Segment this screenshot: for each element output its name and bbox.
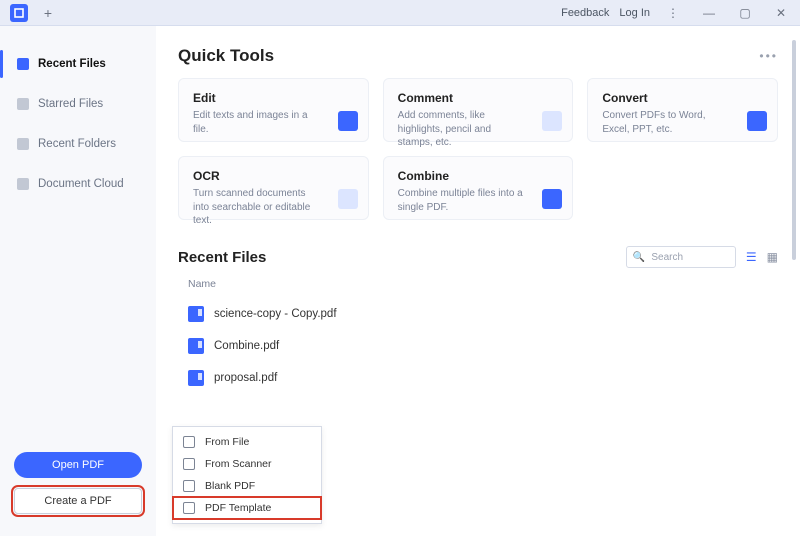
sidebar-item-label: Recent Files xyxy=(38,58,106,70)
menu-item-label: Blank PDF xyxy=(205,480,255,492)
pdf-file-icon xyxy=(188,370,204,386)
login-link[interactable]: Log In xyxy=(619,7,650,19)
file-icon xyxy=(16,57,30,71)
kebab-menu-icon[interactable]: ⋮ xyxy=(660,2,686,24)
combine-icon xyxy=(542,189,562,209)
card-desc: Add comments, like highlights, pencil an… xyxy=(398,109,528,150)
scanner-icon xyxy=(183,458,195,470)
menu-item-from-scanner[interactable]: From Scanner xyxy=(173,453,321,475)
file-outline-icon xyxy=(183,436,195,448)
menu-item-pdf-template[interactable]: PDF Template xyxy=(173,497,321,519)
card-comment[interactable]: Comment Add comments, like highlights, p… xyxy=(383,78,574,142)
search-input[interactable]: 🔍 Search xyxy=(626,246,736,268)
template-icon xyxy=(183,502,195,514)
edit-icon xyxy=(338,111,358,131)
minimize-icon[interactable]: — xyxy=(696,2,722,24)
card-combine[interactable]: Combine Combine multiple files into a si… xyxy=(383,156,574,220)
folder-icon xyxy=(16,137,30,151)
file-row[interactable]: science-copy - Copy.pdf xyxy=(178,298,778,330)
blank-page-icon xyxy=(183,480,195,492)
view-grid-icon[interactable]: ▦ xyxy=(767,250,778,264)
sidebar-item-recent-folders[interactable]: Recent Folders xyxy=(0,124,156,164)
menu-item-blank-pdf[interactable]: Blank PDF xyxy=(173,475,321,497)
search-icon: 🔍 xyxy=(633,252,645,263)
card-title: OCR xyxy=(193,169,354,183)
sidebar-item-document-cloud[interactable]: Document Cloud xyxy=(0,164,156,204)
card-title: Edit xyxy=(193,91,354,105)
more-icon[interactable]: ••• xyxy=(759,49,778,63)
scrollbar[interactable] xyxy=(792,30,798,530)
card-title: Combine xyxy=(398,169,559,183)
open-pdf-button[interactable]: Open PDF xyxy=(14,452,142,478)
recent-files-title: Recent Files xyxy=(178,249,266,266)
file-name: proposal.pdf xyxy=(214,372,277,384)
feedback-link[interactable]: Feedback xyxy=(561,7,609,19)
titlebar: + Feedback Log In ⋮ — ▢ ✕ xyxy=(0,0,800,26)
column-header-name: Name xyxy=(188,278,778,290)
app-logo-icon xyxy=(10,4,28,22)
file-name: Combine.pdf xyxy=(214,340,279,352)
menu-item-label: From File xyxy=(205,436,249,448)
pdf-file-icon xyxy=(188,338,204,354)
pdf-file-icon xyxy=(188,306,204,322)
create-pdf-menu: From File From Scanner Blank PDF PDF Tem… xyxy=(172,426,322,524)
card-desc: Combine multiple files into a single PDF… xyxy=(398,187,528,214)
card-title: Comment xyxy=(398,91,559,105)
sidebar-item-label: Recent Folders xyxy=(38,138,116,150)
card-edit[interactable]: Edit Edit texts and images in a file. xyxy=(178,78,369,142)
add-tab-button[interactable]: + xyxy=(40,5,56,21)
sidebar-item-starred-files[interactable]: Starred Files xyxy=(0,84,156,124)
convert-icon xyxy=(747,111,767,131)
file-row[interactable]: Combine.pdf xyxy=(178,330,778,362)
file-name: science-copy - Copy.pdf xyxy=(214,308,337,320)
comment-icon xyxy=(542,111,562,131)
sidebar-item-label: Starred Files xyxy=(38,98,103,110)
quick-tools-title: Quick Tools xyxy=(178,46,274,66)
card-desc: Edit texts and images in a file. xyxy=(193,109,323,136)
sidebar-item-recent-files[interactable]: Recent Files xyxy=(0,44,156,84)
menu-item-from-file[interactable]: From File xyxy=(173,431,321,453)
card-desc: Turn scanned documents into searchable o… xyxy=(193,187,323,228)
ocr-icon xyxy=(338,189,358,209)
card-desc: Convert PDFs to Word, Excel, PPT, etc. xyxy=(602,109,732,136)
card-title: Convert xyxy=(602,91,763,105)
menu-item-label: From Scanner xyxy=(205,458,272,470)
search-placeholder: Search xyxy=(651,252,683,263)
menu-item-label: PDF Template xyxy=(205,502,271,514)
create-pdf-button[interactable]: Create a PDF xyxy=(14,488,142,514)
sidebar-item-label: Document Cloud xyxy=(38,178,124,190)
maximize-icon[interactable]: ▢ xyxy=(732,2,758,24)
close-icon[interactable]: ✕ xyxy=(768,2,794,24)
scrollbar-thumb[interactable] xyxy=(792,40,796,260)
view-list-icon[interactable]: ☰ xyxy=(746,250,757,264)
card-convert[interactable]: Convert Convert PDFs to Word, Excel, PPT… xyxy=(587,78,778,142)
card-ocr[interactable]: OCR Turn scanned documents into searchab… xyxy=(178,156,369,220)
star-icon xyxy=(16,97,30,111)
sidebar: Recent Files Starred Files Recent Folder… xyxy=(0,26,156,536)
file-row[interactable]: proposal.pdf xyxy=(178,362,778,394)
cloud-icon xyxy=(16,177,30,191)
